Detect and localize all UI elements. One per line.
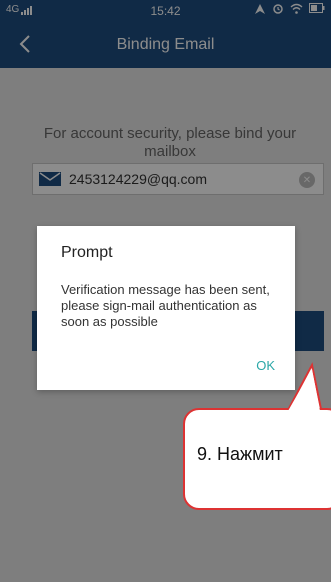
prompt-dialog: Prompt Verification message has been sen…: [37, 226, 295, 390]
callout-text: 9. Нажмит: [197, 444, 283, 464]
dialog-title: Prompt: [61, 244, 113, 261]
ok-button[interactable]: OK: [256, 358, 275, 373]
annotation-callout: 9. Нажмит: [183, 408, 331, 510]
dialog-message: Verification message has been sent, plea…: [61, 282, 270, 329]
screen: 4G 15:42 Binding Email For account secur…: [0, 0, 331, 582]
